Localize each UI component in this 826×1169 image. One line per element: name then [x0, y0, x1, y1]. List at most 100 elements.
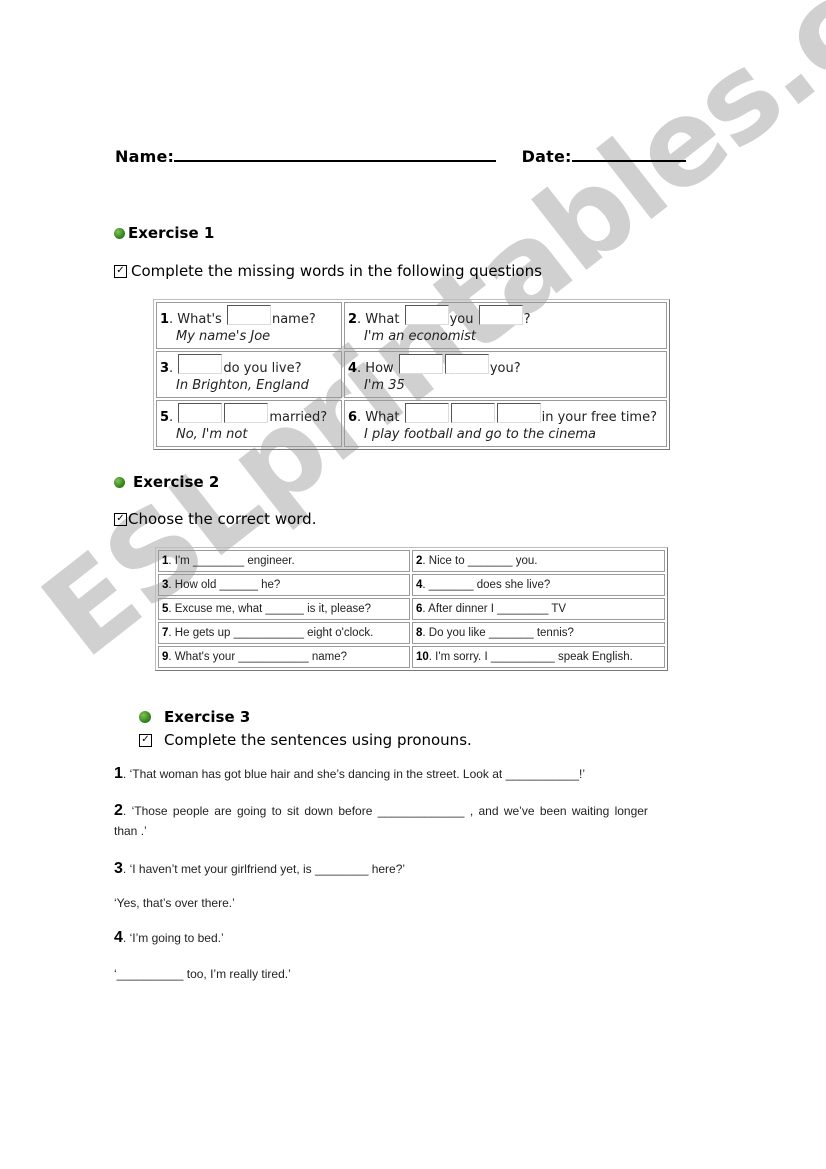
question-text: . What: [357, 410, 400, 425]
answer-box[interactable]: [178, 403, 223, 423]
green-bullet-icon: [114, 227, 125, 239]
question-text: married?: [269, 410, 328, 425]
item-number: 1: [114, 765, 123, 782]
question-cell: 2. What you ? I'm an economist: [344, 302, 667, 349]
name-label: Name:: [115, 147, 175, 166]
exercise-3-item: 4. ‘I’m going to bed.’: [114, 929, 224, 947]
answer-box[interactable]: [444, 354, 489, 374]
question-cell: 5. married? No, I'm not: [156, 400, 342, 447]
item-number: 3: [114, 860, 123, 877]
checkbox-icon: [114, 512, 127, 526]
answer-box[interactable]: [450, 403, 495, 423]
exercise-1-title: Exercise 1: [128, 224, 215, 242]
exercise-2-heading: Exercise 2: [114, 473, 219, 491]
sentence-cell: 6. After dinner I ________ TV: [412, 598, 665, 620]
sentence-text: . I'm sorry. I __________ speak English.: [428, 651, 633, 663]
green-bullet-icon: [114, 476, 125, 488]
sentence-cell: 1. I'm ________ engineer.: [158, 550, 410, 572]
answer-box[interactable]: [224, 403, 269, 423]
instruction-text: Complete the sentences using pronouns.: [164, 731, 472, 749]
question-number: 2: [348, 312, 358, 327]
question-text: .: [169, 361, 174, 376]
item-text-continued: than .’: [114, 824, 147, 838]
sentence-text: . Nice to _______ you.: [422, 555, 538, 567]
question-text: . What's: [169, 312, 222, 327]
sentence-text: . Excuse me, what ______ is it, please?: [168, 603, 372, 615]
answer-text: In Brighton, England: [176, 378, 309, 393]
exercise-2-instruction: Choose the correct word.: [114, 510, 316, 528]
question-number: 3: [160, 361, 170, 376]
answer-box[interactable]: [496, 403, 541, 423]
answer-text: No, I'm not: [176, 427, 248, 442]
green-bullet-icon: [139, 711, 151, 723]
sentence-cell: 2. Nice to _______ you.: [412, 550, 665, 572]
exercise-3-title: Exercise 3: [164, 708, 251, 726]
item-text: . ‘Those people are going to sit down be…: [122, 804, 648, 818]
exercise-3-instruction: Complete the sentences using pronouns.: [139, 731, 472, 749]
item-text: . ‘I haven’t met your girlfriend yet, is…: [122, 862, 406, 876]
name-field[interactable]: [174, 146, 497, 162]
question-cell: 1. What's name? My name's Joe: [156, 302, 342, 349]
question-number: 4: [348, 361, 358, 376]
question-number: 5: [160, 410, 170, 425]
item-text: . ‘I’m going to bed.’: [122, 931, 224, 945]
exercise-1-heading: Exercise 1: [114, 224, 214, 242]
sentence-cell: 7. He gets up ___________ eight o'clock.: [158, 622, 410, 644]
sentence-cell: 5. Excuse me, what ______ is it, please?: [158, 598, 410, 620]
question-text: . What: [357, 312, 400, 327]
answer-box[interactable]: [478, 305, 523, 325]
checkbox-icon: [139, 733, 152, 747]
sentence-text: . Do you like _______ tennis?: [422, 627, 574, 639]
question-text: name?: [271, 312, 316, 327]
date-field[interactable]: [571, 146, 686, 162]
question-text: you: [449, 312, 474, 327]
instruction-text: Choose the correct word.: [128, 510, 317, 528]
answer-box[interactable]: [178, 354, 223, 374]
answer-box[interactable]: [398, 354, 443, 374]
name-date-header: Name: Date:: [115, 146, 686, 166]
exercise-1-table: 1. What's name? My name's Joe 2. What yo…: [153, 299, 670, 450]
item-number: 2: [114, 802, 123, 819]
answer-text: My name's Joe: [176, 329, 271, 344]
sentence-number: 10: [416, 651, 429, 663]
exercise-3-heading: Exercise 3: [139, 708, 250, 726]
question-text: you?: [489, 361, 521, 376]
exercise-1-instruction: Complete the missing words in the follow…: [114, 262, 542, 280]
sentence-cell: 4. _______ does she live?: [412, 574, 665, 596]
question-number: 6: [348, 410, 358, 425]
sentence-text: . I'm ________ engineer.: [168, 555, 295, 567]
item-reply: ‘__________ too, I’m really tired.’: [114, 967, 291, 981]
question-cell: 6. What in your free time? I play footba…: [344, 400, 667, 447]
question-text: do you live?: [223, 361, 302, 376]
question-number: 1: [160, 312, 170, 327]
checkbox-icon: [114, 264, 127, 278]
sentence-cell: 3. How old ______ he?: [158, 574, 410, 596]
answer-text: I'm an economist: [364, 329, 476, 344]
question-cell: 4. How you? I'm 35: [344, 351, 667, 398]
answer-box[interactable]: [404, 403, 449, 423]
question-text: . How: [357, 361, 394, 376]
sentence-text: . What's your ___________ name?: [168, 651, 348, 663]
sentence-cell: 9. What's your ___________ name?: [158, 646, 410, 668]
sentence-text: . How old ______ he?: [168, 579, 281, 591]
instruction-text: Complete the missing words in the follow…: [131, 262, 542, 280]
answer-box[interactable]: [404, 305, 449, 325]
sentence-cell: 10. I'm sorry. I __________ speak Englis…: [412, 646, 665, 668]
answer-text: I play football and go to the cinema: [364, 427, 596, 442]
exercise-3-item: 1. ‘That woman has got blue hair and she…: [114, 765, 585, 783]
answer-text: I'm 35: [364, 378, 405, 393]
sentence-text: . He gets up ___________ eight o'clock.: [168, 627, 374, 639]
exercise-2-title: Exercise 2: [133, 473, 220, 491]
answer-box[interactable]: [226, 305, 271, 325]
item-text: . ‘That woman has got blue hair and she’…: [122, 767, 585, 781]
sentence-text: . After dinner I ________ TV: [422, 603, 567, 615]
exercise-2-table: 1. I'm ________ engineer. 2. Nice to ___…: [155, 547, 668, 671]
question-text: in your free time?: [541, 410, 657, 425]
item-number: 4: [114, 929, 123, 946]
exercise-3-item: 2. ‘Those people are going to sit down b…: [114, 802, 714, 838]
question-cell: 3. do you live? In Brighton, England: [156, 351, 342, 398]
item-reply: ‘Yes, that’s over there.’: [114, 896, 235, 910]
question-text: .: [169, 410, 174, 425]
sentence-cell: 8. Do you like _______ tennis?: [412, 622, 665, 644]
question-text: ?: [523, 312, 531, 327]
